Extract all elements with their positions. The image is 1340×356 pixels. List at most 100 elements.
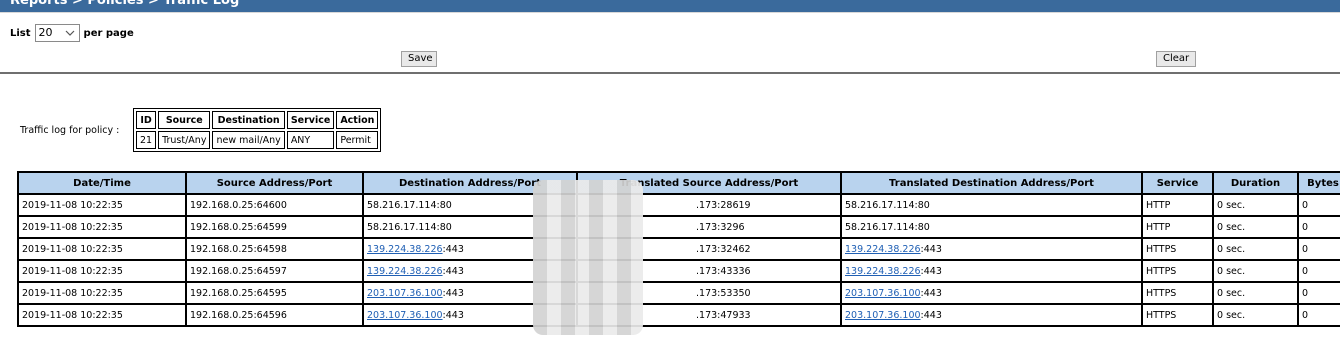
port-text: :443 (920, 265, 942, 277)
cell-datetime: 2019-11-08 10:22:35 (17, 237, 187, 261)
port-text: :443 (442, 287, 464, 299)
port-text: :80 (914, 199, 930, 211)
log-header-duration: Duration (1212, 171, 1299, 195)
ip-link[interactable]: 203.107.36.100 (367, 310, 443, 321)
policy-destination: new mail/Any (212, 131, 285, 149)
log-header-service: Service (1141, 171, 1214, 195)
per-page-select[interactable]: 20 (34, 24, 80, 42)
cell-service: HTTPS (1141, 259, 1214, 283)
cell-duration: 0 sec. (1212, 193, 1299, 217)
cell-datetime: 2019-11-08 10:22:35 (17, 259, 187, 283)
ip-text: 58.216.17.114 (367, 199, 437, 211)
policy-id: 21 (136, 131, 157, 149)
cell-source: 192.168.0.25:64599 (185, 215, 364, 239)
policy-action: Permit (336, 131, 379, 149)
port-text: :443 (442, 309, 464, 321)
cell-service: HTTP (1141, 193, 1214, 217)
ip-link[interactable]: 203.107.36.100 (845, 288, 921, 299)
policy-label: Traffic log for policy : (20, 125, 120, 136)
port-text: :80 (914, 221, 930, 233)
cell-bytes: 0 (1297, 215, 1340, 239)
cell-translated-destination: 58.216.17.114:80 (840, 215, 1143, 239)
cell-service: HTTP (1141, 215, 1214, 239)
cell-translated-destination: 203.107.36.100:443 (840, 303, 1143, 327)
policy-header-id: ID (136, 111, 157, 129)
cell-duration: 0 sec. (1212, 259, 1299, 283)
cell-bytes: 0 (1297, 281, 1340, 305)
per-page-value: 20 (38, 26, 53, 39)
policy-header-source: Source (158, 111, 211, 129)
log-header-translated-destination: Translated Destination Address/Port (840, 171, 1143, 195)
redaction-blur (533, 180, 643, 335)
chevron-down-icon (65, 30, 74, 36)
section-divider (0, 72, 1340, 74)
policy-table: ID Source Destination Service Action 21 … (133, 108, 382, 152)
policy-row: 21 Trust/Any new mail/Any ANY Permit (136, 131, 379, 149)
traffic-log: Date/Time Source Address/Port Destinatio… (17, 171, 1340, 327)
cell-source: 192.168.0.25:64597 (185, 259, 364, 283)
clear-button[interactable]: Clear (1156, 51, 1196, 67)
cell-bytes: 0 (1297, 237, 1340, 261)
cell-translated-destination: 58.216.17.114:80 (840, 193, 1143, 217)
table-row: 2019-11-08 10:22:35 192.168.0.25:64595 203… (17, 281, 1340, 305)
table-row: 2019-11-08 10:22:35 192.168.0.25:64596 203… (17, 303, 1340, 327)
table-row: 2019-11-08 10:22:35 192.168.0.25:64597 139… (17, 259, 1340, 283)
cell-duration: 0 sec. (1212, 215, 1299, 239)
cell-duration: 0 sec. (1212, 303, 1299, 327)
breadcrumb: Reports > Policies > Traffic Log (10, 0, 240, 8)
cell-datetime: 2019-11-08 10:22:35 (17, 303, 187, 327)
cell-translated-destination: 139.224.38.226:443 (840, 237, 1143, 261)
cell-bytes: 0 (1297, 259, 1340, 283)
port-text: :443 (442, 265, 464, 277)
policy-header-destination: Destination (212, 111, 285, 129)
ip-link[interactable]: 139.224.38.226 (845, 266, 921, 277)
table-row: 2019-11-08 10:22:35 192.168.0.25:64598 139… (17, 237, 1340, 261)
port-text: :443 (442, 243, 464, 255)
ip-text: 58.216.17.114 (845, 199, 915, 211)
port-text: :443 (920, 309, 942, 321)
policy-header-service: Service (286, 111, 335, 129)
ip-link[interactable]: 139.224.38.226 (845, 244, 921, 255)
port-text: :443 (920, 287, 942, 299)
cell-source: 192.168.0.25:64596 (185, 303, 364, 327)
cell-datetime: 2019-11-08 10:22:35 (17, 281, 187, 305)
cell-bytes: 0 (1297, 193, 1340, 217)
traffic-log-body: 2019-11-08 10:22:35 192.168.0.25:64600 58.… (17, 193, 1340, 327)
policy-header-row: ID Source Destination Service Action (136, 111, 379, 129)
log-header-source: Source Address/Port (185, 171, 364, 195)
cell-datetime: 2019-11-08 10:22:35 (17, 215, 187, 239)
log-header-row: Date/Time Source Address/Port Destinatio… (17, 171, 1340, 195)
cell-source: 192.168.0.25:64595 (185, 281, 364, 305)
policy-source: Trust/Any (158, 131, 211, 149)
cell-source: 192.168.0.25:64600 (185, 193, 364, 217)
ip-link[interactable]: 139.224.38.226 (367, 266, 443, 277)
table-row: 2019-11-08 10:22:35 192.168.0.25:64599 58.… (17, 215, 1340, 239)
cell-service: HTTPS (1141, 303, 1214, 327)
ip-text: 58.216.17.114 (845, 221, 915, 233)
log-header-datetime: Date/Time (17, 171, 187, 195)
cell-service: HTTPS (1141, 237, 1214, 261)
port-text: :80 (436, 199, 452, 211)
table-row: 2019-11-08 10:22:35 192.168.0.25:64600 58.… (17, 193, 1340, 217)
header-bar: Reports > Policies > Traffic Log (0, 0, 1340, 12)
port-text: :443 (920, 243, 942, 255)
cell-bytes: 0 (1297, 303, 1340, 327)
list-label: List (10, 27, 31, 39)
cell-duration: 0 sec. (1212, 237, 1299, 261)
log-header-bytes: Bytes (1297, 171, 1340, 195)
cell-translated-destination: 203.107.36.100:443 (840, 281, 1143, 305)
per-page-suffix: per page (83, 27, 134, 39)
cell-datetime: 2019-11-08 10:22:35 (17, 193, 187, 217)
header-divider (0, 12, 1340, 13)
cell-duration: 0 sec. (1212, 281, 1299, 305)
cell-source: 192.168.0.25:64598 (185, 237, 364, 261)
list-per-page-control: List 20 per page (10, 24, 134, 42)
policy-service: ANY (286, 131, 335, 149)
save-button[interactable]: Save (401, 51, 437, 67)
ip-text: 58.216.17.114 (367, 221, 437, 233)
traffic-log-table: Date/Time Source Address/Port Destinatio… (17, 171, 1340, 327)
port-text: :80 (436, 221, 452, 233)
ip-link[interactable]: 203.107.36.100 (845, 310, 921, 321)
ip-link[interactable]: 203.107.36.100 (367, 288, 443, 299)
ip-link[interactable]: 139.224.38.226 (367, 244, 443, 255)
